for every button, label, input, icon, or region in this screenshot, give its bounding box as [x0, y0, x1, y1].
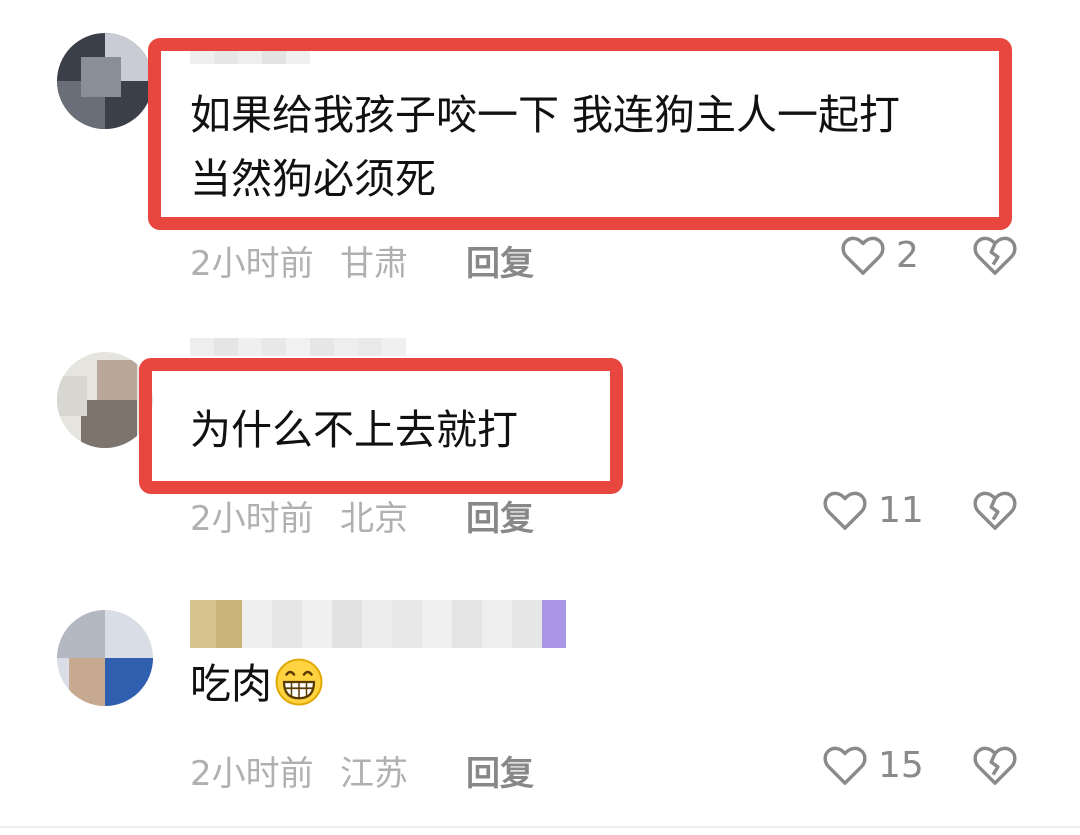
broken-heart-icon[interactable]	[972, 489, 1018, 531]
divider	[0, 826, 1080, 828]
heart-outline-icon	[823, 746, 867, 785]
heart-outline-icon	[841, 236, 885, 275]
comment-text: 吃肉	[190, 652, 324, 716]
like-count: 2	[896, 234, 919, 276]
comment-time: 2小时前	[190, 754, 314, 794]
avatar[interactable]	[57, 33, 153, 129]
reply-button[interactable]: 回复	[466, 746, 534, 795]
comment-text: 如果给我孩子咬一下 我连狗主人一起打 当然狗必须死	[190, 83, 900, 211]
like-count: 11	[878, 489, 924, 531]
like-button[interactable]: 2	[840, 234, 919, 276]
comment-location: 甘肃	[340, 244, 408, 284]
comment-item: 为什么不上去就打 2小时前 北京 回复 11	[0, 300, 1080, 570]
comment-text-line: 吃肉	[190, 660, 272, 708]
comment-location: 北京	[340, 499, 408, 539]
comment-text: 为什么不上去就打	[190, 398, 518, 462]
username-blurred[interactable]	[190, 600, 566, 648]
comment-location: 江苏	[340, 754, 408, 794]
comment-text-line: 如果给我孩子咬一下 我连狗主人一起打	[190, 91, 901, 139]
comment-item: 如果给我孩子咬一下 我连狗主人一起打 当然狗必须死 2小时前 甘肃 回复 2	[0, 0, 1080, 300]
reply-button[interactable]: 回复	[466, 491, 534, 540]
broken-heart-icon[interactable]	[972, 234, 1018, 276]
heart-outline-icon	[823, 491, 867, 530]
comment-time: 2小时前	[190, 244, 314, 284]
grinning-face-emoji	[275, 658, 323, 706]
like-count: 15	[878, 744, 924, 786]
like-button[interactable]: 15	[822, 744, 924, 786]
comment-text-line: 当然狗必须死	[190, 155, 436, 203]
reply-button[interactable]: 回复	[466, 236, 534, 285]
avatar[interactable]	[57, 610, 153, 706]
username-blurred[interactable]	[190, 338, 406, 356]
broken-heart-icon[interactable]	[972, 744, 1018, 786]
comment-time: 2小时前	[190, 499, 314, 539]
like-button[interactable]: 11	[822, 489, 924, 531]
comment-item: 吃肉 2小时前 江苏 回复 15	[0, 570, 1080, 826]
comment-text-line: 为什么不上去就打	[190, 406, 518, 454]
